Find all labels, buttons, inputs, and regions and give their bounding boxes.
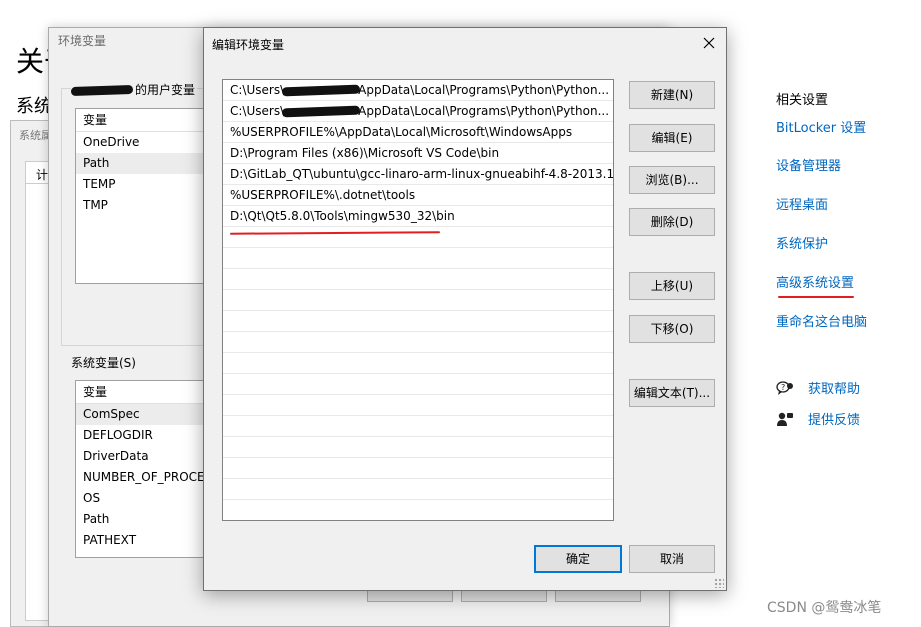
path-item-empty[interactable]: . (223, 479, 613, 500)
path-list[interactable]: C:\Users\ AppData\Local\Programs\Python\P… (222, 79, 614, 521)
user-vars-label: 的用户变量 (70, 81, 198, 98)
browse-button[interactable]: 浏览(B)... (629, 166, 715, 194)
path-item-empty[interactable]: . (223, 311, 613, 332)
link-rename-pc[interactable]: 重命名这台电脑 (776, 311, 867, 330)
feedback-label: 提供反馈 (808, 413, 861, 428)
path-item[interactable]: %USERPROFILE%\AppData\Local\Microsoft\Wi… (223, 122, 613, 143)
close-icon (703, 37, 715, 49)
link-remote-desktop[interactable]: 远程桌面 (776, 194, 828, 213)
feedback-icon (776, 411, 796, 427)
path-item[interactable]: C:\Users\ AppData\Local\Programs\Python\P… (223, 80, 613, 101)
path-item-highlighted[interactable]: D:\Qt\Qt5.8.0\Tools\mingw530_32\bin (223, 206, 613, 227)
path-item-empty[interactable]: . (223, 332, 613, 353)
path-item-empty[interactable]: . (223, 500, 613, 520)
help-link-get-help[interactable]: ? 获取帮助 (776, 378, 860, 397)
path-item[interactable]: %USERPROFILE%\.dotnet\tools (223, 185, 613, 206)
path-item-empty[interactable]: . (223, 290, 613, 311)
path-item-empty[interactable]: . (223, 437, 613, 458)
help-link-feedback[interactable]: 提供反馈 (776, 409, 860, 428)
path-item-empty[interactable]: . (223, 395, 613, 416)
new-button[interactable]: 新建(N) (629, 81, 715, 109)
edit-dialog-title: 编辑环境变量 (212, 38, 285, 52)
move-down-button[interactable]: 下移(O) (629, 315, 715, 343)
path-item[interactable]: C:\Users\ AppData\Local\Programs\Python\P… (223, 101, 613, 122)
path-item-empty[interactable]: . (223, 374, 613, 395)
close-button[interactable] (698, 33, 720, 53)
watermark: CSDN @鸳鸯冰笔 (767, 600, 882, 616)
get-help-label: 获取帮助 (808, 382, 861, 397)
help-chat-icon: ? (776, 380, 796, 396)
ok-button[interactable]: 确定 (534, 545, 622, 573)
redacted-username (281, 105, 361, 118)
path-item-empty[interactable]: . (223, 248, 613, 269)
link-advanced-system-settings[interactable]: 高级系统设置 (776, 272, 854, 291)
system-vars-label: 系统变量(S) (69, 354, 138, 371)
move-up-button[interactable]: 上移(U) (629, 272, 715, 300)
svg-text:?: ? (781, 383, 785, 392)
edit-env-var-dialog: 编辑环境变量 C:\Users\ AppData\Local\Programs\P… (203, 27, 727, 591)
path-item-empty[interactable]: . (223, 269, 613, 290)
path-item-empty[interactable]: . (223, 353, 613, 374)
path-item-empty[interactable]: . (223, 458, 613, 479)
link-device-manager[interactable]: 设备管理器 (776, 155, 841, 174)
edit-text-button[interactable]: 编辑文本(T)... (629, 379, 715, 407)
link-bitlocker[interactable]: BitLocker 设置 (776, 117, 866, 136)
settings-page-subtitle: 系统 (16, 96, 52, 117)
redacted-username (70, 84, 134, 97)
edit-button[interactable]: 编辑(E) (629, 124, 715, 152)
cancel-button[interactable]: 取消 (629, 545, 715, 573)
annotation-underline-advanced (778, 296, 854, 298)
resize-grip-icon[interactable] (714, 578, 724, 588)
path-item-empty[interactable]: . (223, 416, 613, 437)
env-window-title: 环境变量 (58, 34, 107, 48)
related-settings-heading: 相关设置 (776, 93, 829, 108)
path-item[interactable]: D:\Program Files (x86)\Microsoft VS Code… (223, 143, 613, 164)
link-system-protection[interactable]: 系统保护 (776, 233, 828, 252)
path-item-empty[interactable]: . (223, 227, 613, 248)
path-item[interactable]: D:\GitLab_QT\ubuntu\gcc-linaro-arm-linux… (223, 164, 613, 185)
delete-button[interactable]: 删除(D) (629, 208, 715, 236)
redacted-username (281, 84, 361, 97)
